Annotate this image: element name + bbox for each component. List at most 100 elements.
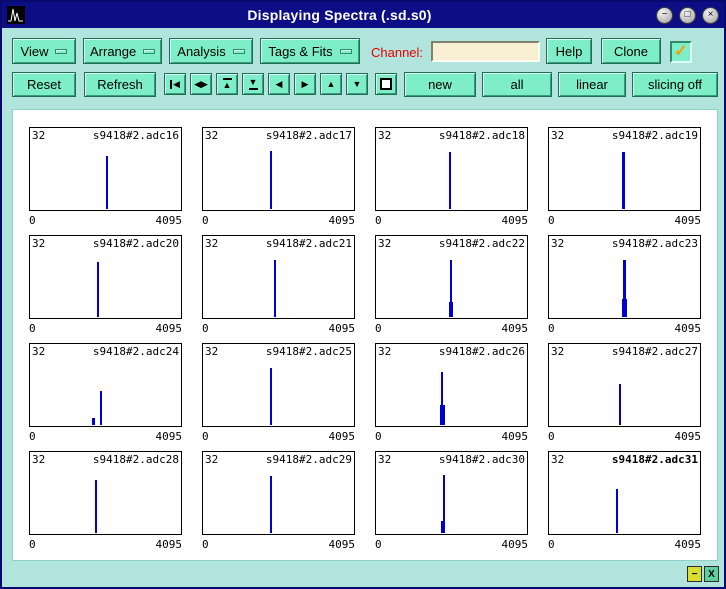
y-max-label: 32 [551, 129, 564, 142]
spectrum-pane[interactable]: 32 s9418#2.adc30 [375, 451, 528, 535]
y-max-label: 32 [551, 453, 564, 466]
y-max-label: 32 [32, 237, 45, 250]
spectrum-pane[interactable]: 32 s9418#2.adc31 [548, 451, 701, 535]
x-max-label: 4095 [329, 430, 356, 443]
spectrum-cell: 32s9418#2.adc2504095 [202, 343, 355, 445]
refresh-button[interactable]: Refresh [84, 72, 156, 97]
minimize-button[interactable]: − [656, 7, 673, 24]
spectrum-pane[interactable]: 32s9418#2.adc17 [202, 127, 355, 211]
spectrum-pane[interactable]: 32s9418#2.adc21 [202, 235, 355, 319]
spectrum-title: s9418#2.adc22 [439, 237, 525, 250]
nav-up-button[interactable]: ▲ [320, 73, 342, 95]
reset-button[interactable]: Reset [12, 72, 76, 97]
spectrum-pane[interactable]: 32s9418#2.adc26 [375, 343, 528, 427]
close-button[interactable]: × [702, 7, 719, 24]
menu-indicator-icon [143, 49, 155, 54]
spectrum-pane[interactable]: 32s9418#2.adc27 [548, 343, 701, 427]
spectrum-curve [550, 359, 699, 425]
spectrum-title: s9418#2.adc17 [266, 129, 352, 142]
spectrum-pane[interactable]: 32s9418#2.adc20 [29, 235, 182, 319]
spectrum-curve [31, 143, 180, 209]
peak-spike [92, 418, 95, 425]
spectrum-pane[interactable]: 32s9418#2.adc23 [548, 235, 701, 319]
x-axis-labels: 04095 [202, 211, 355, 227]
plot-header: 32s9418#2.adc29 [205, 453, 352, 466]
plot-header: 32s9418#2.adc17 [205, 129, 352, 142]
nav-pair-button[interactable]: ◀▶ [190, 73, 212, 95]
stop-bar-icon [249, 88, 258, 90]
x-min-label: 0 [548, 538, 555, 551]
spectrum-pane[interactable]: 32s9418#2.adc25 [202, 343, 355, 427]
x-max-label: 4095 [329, 214, 356, 227]
spectrum-cell: 32s9418#2.adc2704095 [548, 343, 701, 445]
nav-right-button[interactable]: ▶ [294, 73, 316, 95]
app-icon[interactable] [7, 6, 25, 24]
x-max-label: 4095 [502, 430, 529, 443]
panel-close-button[interactable]: X [704, 566, 719, 582]
option-checkbox[interactable]: ✓ [670, 41, 692, 63]
menu-tags-fits[interactable]: Tags & Fits [260, 38, 360, 64]
pair-arrow-icon: ◀▶ [194, 80, 208, 89]
x-max-label: 4095 [502, 214, 529, 227]
linear-button[interactable]: linear [558, 72, 626, 97]
minimize-icon: − [662, 10, 668, 20]
all-button[interactable]: all [482, 72, 552, 97]
nav-top-button[interactable]: ▲ [216, 73, 238, 95]
app-window: Displaying Spectra (.sd.s0) − □ × View A… [0, 0, 726, 589]
y-max-label: 32 [378, 453, 391, 466]
plot-header: 32s9418#2.adc16 [32, 129, 179, 142]
x-axis-labels: 04095 [548, 427, 701, 443]
x-axis-labels: 04095 [375, 211, 528, 227]
menu-view[interactable]: View [12, 38, 76, 64]
y-max-label: 32 [205, 453, 218, 466]
x-max-label: 4095 [156, 430, 183, 443]
spectra-area: 32s9418#2.adc160409532s9418#2.adc1704095… [12, 109, 718, 561]
menu-view-label: View [21, 44, 49, 59]
nav-bottom-button[interactable]: ▼ [242, 73, 264, 95]
channel-input[interactable] [431, 41, 540, 62]
x-min-label: 0 [29, 430, 36, 443]
new-button-label: new [428, 77, 452, 92]
spectrum-curve [377, 143, 526, 209]
x-max-label: 4095 [502, 322, 529, 335]
x-axis-labels: 04095 [375, 319, 528, 335]
clone-button[interactable]: Clone [601, 38, 661, 64]
spectrum-cell: 32s9418#2.adc2604095 [375, 343, 528, 445]
spectrum-cell: 32s9418#2.adc2304095 [548, 235, 701, 337]
close-icon: × [708, 10, 714, 20]
spectrum-title: s9418#2.adc30 [439, 453, 525, 466]
spectrum-curve [204, 143, 353, 209]
menu-arrange[interactable]: Arrange [83, 38, 162, 64]
spectrum-curve [377, 251, 526, 317]
menu-analysis[interactable]: Analysis [169, 38, 253, 64]
nav-left-button[interactable]: ◀ [268, 73, 290, 95]
new-button[interactable]: new [404, 72, 476, 97]
spectrum-title: s9418#2.adc31 [612, 453, 698, 466]
nav-first-button[interactable]: ◀ [164, 73, 186, 95]
spectrum-pane[interactable]: 32s9418#2.adc18 [375, 127, 528, 211]
x-axis-labels: 04095 [29, 211, 182, 227]
title-bar[interactable]: Displaying Spectra (.sd.s0) − □ × [2, 2, 724, 28]
spectrum-pane[interactable]: 32 s9418#2.adc22 [375, 235, 528, 319]
spectrum-pane[interactable]: 32s9418#2.adc28 [29, 451, 182, 535]
spectrum-pane[interactable]: 32s9418#2.adc16 [29, 127, 182, 211]
x-min-label: 0 [202, 322, 209, 335]
spectrum-pane[interactable]: 32s9418#2.adc19 [548, 127, 701, 211]
x-min-label: 0 [375, 538, 382, 551]
y-max-label: 32 [378, 237, 391, 250]
plot-header: 32 s9418#2.adc22 [378, 237, 525, 250]
maximize-button[interactable]: □ [679, 7, 696, 24]
x-max-label: 4095 [156, 538, 183, 551]
nav-down-button[interactable]: ▼ [346, 73, 368, 95]
slicing-button[interactable]: slicing off [632, 72, 718, 97]
peak-spike [95, 480, 97, 533]
zoom-box-button[interactable] [375, 73, 397, 95]
spectrum-cell: 32s9418#2.adc2004095 [29, 235, 182, 337]
panel-minimize-button[interactable]: − [687, 566, 702, 582]
spectrum-cell: 32 s9418#2.adc22 04095 [375, 235, 528, 337]
spectrum-pane[interactable]: 32s9418#2.adc24 [29, 343, 182, 427]
right-arrow-icon: ▶ [302, 80, 309, 89]
spectrum-pane[interactable]: 32s9418#2.adc29 [202, 451, 355, 535]
y-max-label: 32 [378, 129, 391, 142]
help-button[interactable]: Help [546, 38, 592, 64]
